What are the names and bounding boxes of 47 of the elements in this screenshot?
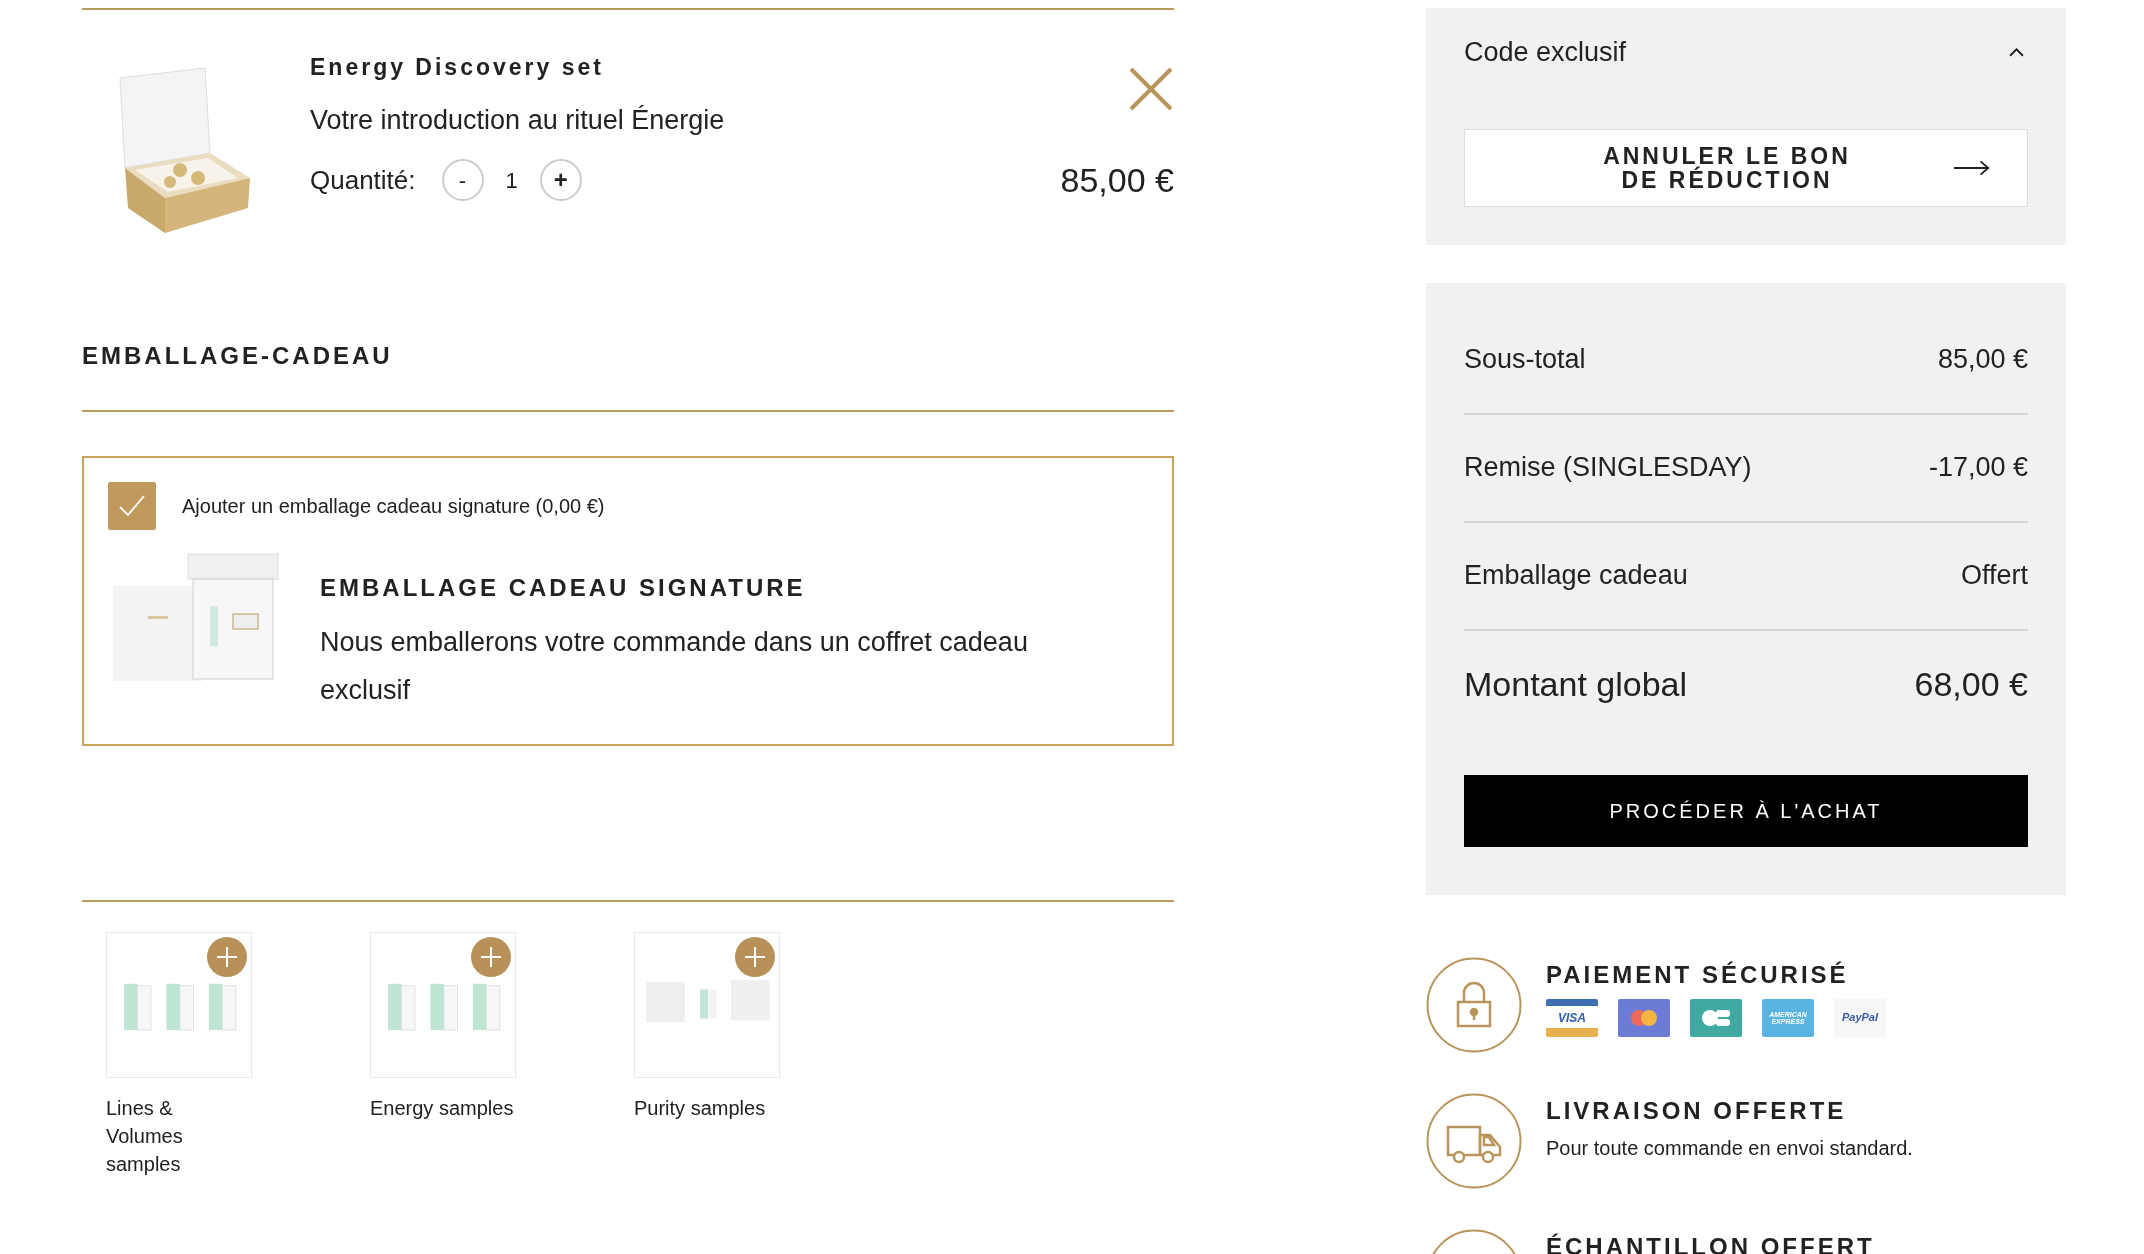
promo-title: Code exclusif	[1464, 36, 1627, 69]
payment-card-icon: PayPal	[1834, 998, 1886, 1037]
feature-title: PAIEMENT SÉCURISÉ	[1546, 959, 1850, 990]
product-price: 85,00 €	[1060, 159, 1174, 201]
summary-value: Offert	[1960, 559, 2028, 593]
product-subtitle: Votre introduction au rituel Énergie	[310, 104, 726, 137]
summary-label: Sous-total	[1464, 343, 1586, 377]
summary-label: Emballage cadeau	[1464, 559, 1688, 593]
decrease-button[interactable]: -	[441, 159, 484, 201]
plus-icon	[479, 945, 503, 969]
increase-button[interactable]: +	[539, 159, 582, 201]
summary-value: 85,00 €	[1937, 343, 2028, 377]
sample-tile[interactable]	[106, 932, 252, 1078]
checkout-button[interactable]: PROCÉDER À L'ACHAT	[1464, 774, 2028, 847]
product-title: Energy Discovery set	[310, 53, 604, 82]
plus-icon	[743, 945, 767, 969]
summary-value: 68,00 €	[1914, 664, 2028, 705]
gift-wrap-title: EMBALLAGE CADEAU SIGNATURE	[320, 573, 807, 603]
gift-wrap-description: Nous emballerons votre commande dans un coffret cadeau exclusif	[320, 626, 1029, 707]
payment-card-icon: VISA	[1546, 998, 1598, 1037]
add-button[interactable]	[471, 937, 511, 977]
gift-wrap-checkbox[interactable]	[108, 482, 156, 530]
add-button[interactable]	[735, 937, 775, 977]
plus-icon	[215, 945, 239, 969]
quantity-value: 1	[505, 166, 518, 195]
truck-icon	[1426, 1092, 1522, 1189]
summary-value: -17,00 €	[1928, 451, 2028, 485]
feature-text: Pour toute commande en envoi standard.	[1546, 1135, 1913, 1161]
lock-icon	[1426, 956, 1522, 1053]
cancel-voucher-button[interactable]: ANNULER LE BON DE RÉDUCTION	[1464, 128, 2028, 207]
close-button[interactable]	[1128, 66, 1174, 112]
chevron-icon[interactable]	[2009, 47, 2024, 57]
sample-tile[interactable]	[370, 932, 516, 1078]
sample-label: Purity samples	[634, 1096, 767, 1121]
payment-card-icon	[1618, 998, 1670, 1037]
sample-label: Energy samples	[370, 1096, 515, 1121]
payment-card-icon	[1690, 998, 1742, 1037]
summary-label: Montant global	[1464, 664, 1688, 705]
sample-tile[interactable]	[634, 932, 780, 1078]
gift-wrap-option-label: Ajouter un emballage cadeau signature (0,00 €)	[182, 494, 605, 519]
feature-title: ÉCHANTILLON OFFERT	[1546, 1231, 1875, 1254]
quantity-label: Quantité:	[310, 163, 416, 197]
summary-label: Remise (SINGLESDAY)	[1464, 451, 1752, 485]
feature-title: LIVRAISON OFFERTE	[1546, 1095, 1848, 1126]
add-button[interactable]	[207, 937, 247, 977]
sample-label: Lines & Volumes samples	[106, 1096, 184, 1177]
section-heading: EMBALLAGE-CADEAU	[82, 341, 394, 371]
